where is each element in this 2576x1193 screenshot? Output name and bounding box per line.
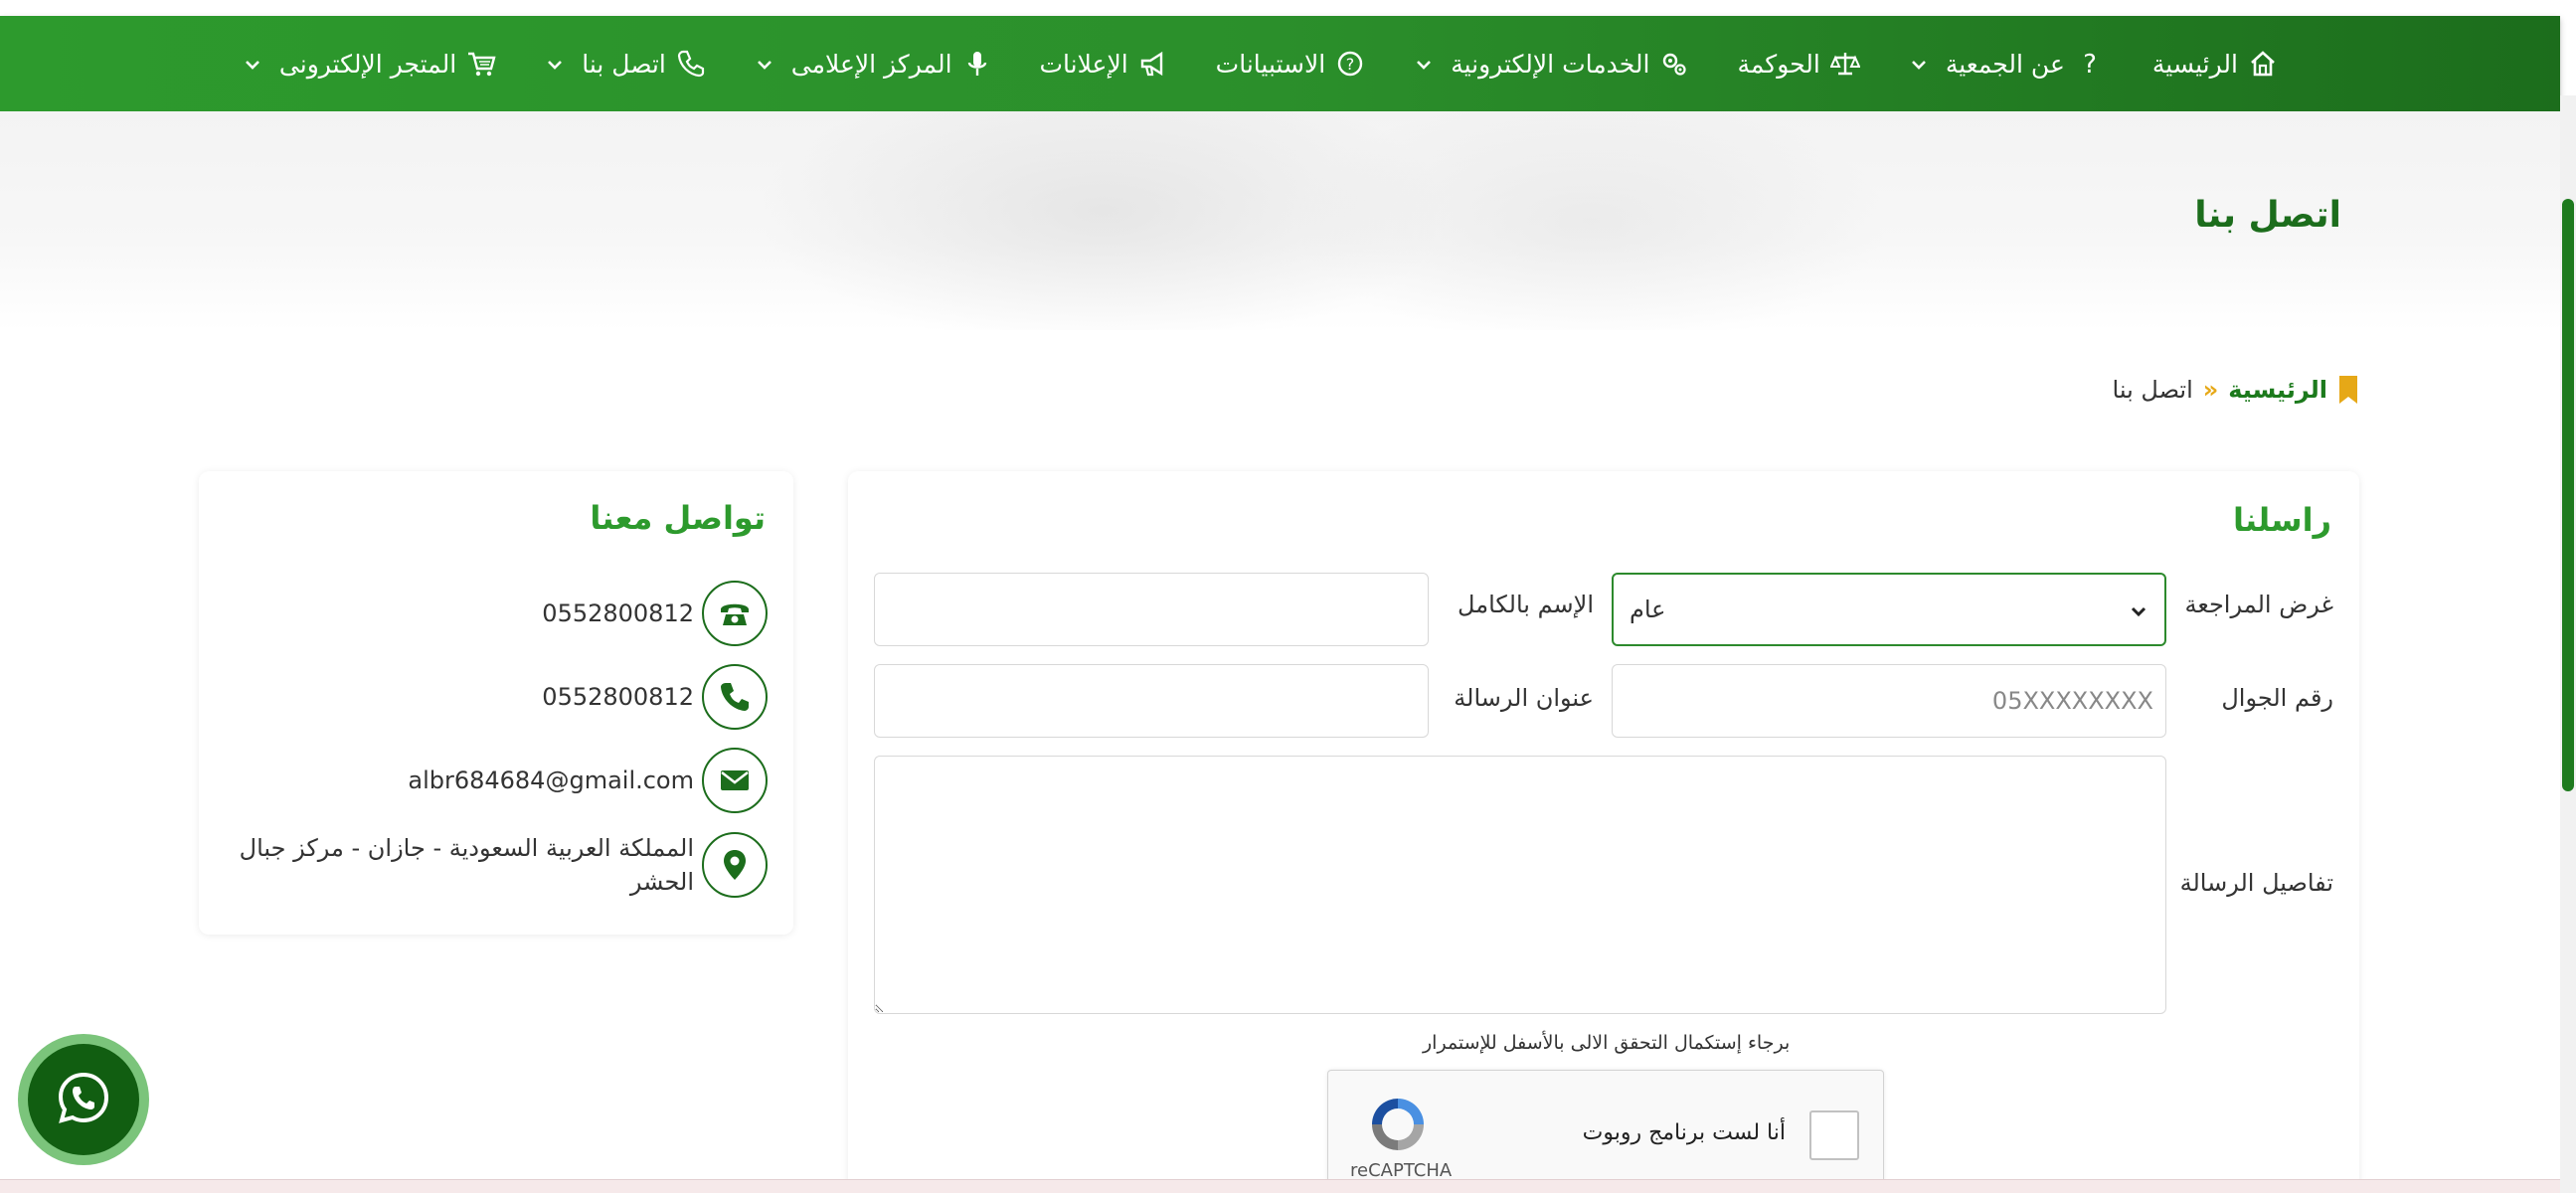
nav-item-label: الحوكمة	[1737, 49, 1820, 79]
chevron-down-icon	[242, 53, 263, 75]
recaptcha-logo-icon	[1366, 1093, 1430, 1156]
mobile-input[interactable]	[1612, 664, 2166, 738]
contact-title: تواصل معنا	[590, 499, 766, 537]
recaptcha-checkbox[interactable]	[1809, 1110, 1859, 1160]
mobile-label: رقم الجوال	[2221, 684, 2333, 712]
contact-info-card: تواصل معنا 0552800812 0552800812 albr684…	[199, 471, 793, 935]
chevron-down-icon	[1908, 53, 1930, 75]
breadcrumb-separator: »	[2202, 376, 2219, 404]
svg-text:?: ?	[1346, 55, 1355, 74]
recaptcha-label: أنا لست برنامج روبوت	[1582, 1120, 1786, 1145]
subject-input[interactable]	[874, 664, 1429, 738]
scale-icon	[1829, 49, 1861, 79]
chevron-down-icon	[544, 53, 566, 75]
full-name-input[interactable]	[874, 573, 1429, 646]
bottom-strip	[0, 1179, 2560, 1193]
hero-background-shape	[1292, 111, 1889, 330]
chevron-down-icon	[1413, 53, 1435, 75]
nav-item-label: الرئيسية	[2151, 49, 2238, 79]
chevron-down-icon	[2129, 599, 2148, 619]
contact-address-row: المملكة العربية السعودية - جازان - مركز …	[237, 831, 768, 899]
home-icon	[2248, 49, 2278, 79]
bookmark-icon	[2337, 376, 2359, 404]
nav-item-7[interactable]: المركز الإعلامى	[730, 16, 1016, 111]
microphone-icon	[962, 49, 992, 79]
nav-item-1[interactable]: الرئيسية	[2129, 16, 2302, 111]
contact-mobile[interactable]: 0552800812	[542, 680, 694, 714]
main-navbar: الرئيسية? عن الجمعية الحوكمة الخدمات الإلكت…	[0, 16, 2560, 111]
nav-item-9[interactable]: المتجر الإلكترونى	[218, 16, 520, 111]
megaphone-icon	[1138, 49, 1168, 79]
form-title: راسلنا	[2233, 501, 2331, 539]
breadcrumb-current: اتصل بنا	[2112, 376, 2193, 404]
contact-address: المملكة العربية السعودية - جازان - مركز …	[239, 834, 694, 896]
question-icon: ?	[2075, 49, 2105, 80]
whatsapp-icon	[57, 1071, 110, 1128]
envelope-icon	[702, 748, 768, 813]
nav-item-label: المتجر الإلكترونى	[278, 49, 457, 79]
nav-item-3[interactable]: الحوكمة	[1713, 16, 1883, 111]
contact-form-card: راسلنا غرض المراجعة عام الإسم بالكامل رق…	[848, 471, 2359, 1193]
cart-icon	[466, 49, 496, 79]
nav-list: الرئيسية? عن الجمعية الحوكمة الخدمات الإلكت…	[218, 16, 2302, 111]
page-hero: اتصل بنا	[0, 111, 2560, 330]
nav-item-label: الاستبيانات	[1215, 49, 1326, 79]
breadcrumb: الرئيسية » اتصل بنا	[2113, 376, 2359, 404]
chevron-down-icon	[754, 53, 775, 75]
name-label: الإسم بالكامل	[1458, 591, 1594, 618]
nav-item-label: المركز الإعلامى	[790, 49, 952, 79]
purpose-label: غرض المراجعة	[2184, 591, 2333, 618]
cogs-icon	[1659, 49, 1689, 79]
telephone-icon	[702, 581, 768, 646]
nav-item-5[interactable]: ? الاستبيانات	[1192, 16, 1390, 111]
whatsapp-button[interactable]	[18, 1034, 149, 1165]
nav-item-4[interactable]: الخدمات الإلكترونية	[1389, 16, 1713, 111]
breadcrumb-home-link[interactable]: الرئيسية	[2228, 376, 2327, 404]
contact-email-row: albr684684@gmail.com	[408, 748, 768, 813]
recaptcha-widget: أنا لست برنامج روبوت reCAPTCHA	[1327, 1070, 1884, 1193]
scrollbar[interactable]	[2560, 95, 2576, 1193]
nav-item-2[interactable]: ? عن الجمعية	[1884, 16, 2129, 111]
recaptcha-brand: reCAPTCHA	[1350, 1160, 1453, 1181]
whatsapp-button-inner	[28, 1044, 139, 1155]
top-strip	[0, 0, 2576, 16]
scrollbar-thumb[interactable]	[2562, 199, 2574, 791]
nav-item-label: الخدمات الإلكترونية	[1451, 49, 1650, 79]
nav-item-6[interactable]: الإعلانات	[1016, 16, 1192, 111]
purpose-select[interactable]: عام	[1612, 573, 2166, 646]
purpose-select-value: عام	[1630, 596, 1666, 623]
contact-phone[interactable]: 0552800812	[542, 596, 694, 630]
nav-item-label: اتصل بنا	[582, 49, 666, 79]
contact-mobile-row: 0552800812	[542, 664, 768, 730]
nav-item-label: الإعلانات	[1039, 49, 1128, 79]
question-circle-icon: ?	[1335, 49, 1365, 79]
message-details-textarea[interactable]	[874, 756, 2166, 1014]
map-marker-icon	[702, 832, 768, 898]
nav-item-label: عن الجمعية	[1945, 49, 2065, 79]
subject-label: عنوان الرسالة	[1454, 684, 1594, 712]
details-label: تفاصيل الرسالة	[2179, 869, 2333, 897]
contact-phone-row: 0552800812	[542, 581, 768, 646]
phone-icon	[676, 49, 706, 79]
contact-email[interactable]: albr684684@gmail.com	[408, 764, 694, 797]
svg-text:?: ?	[2083, 50, 2097, 79]
phone-icon	[702, 664, 768, 730]
nav-item-8[interactable]: اتصل بنا	[520, 16, 730, 111]
captcha-hint: برجاء إستكمال التحقق الالى بالأسفل للإست…	[1423, 1032, 1791, 1054]
page-title: اتصل بنا	[2194, 195, 2341, 236]
